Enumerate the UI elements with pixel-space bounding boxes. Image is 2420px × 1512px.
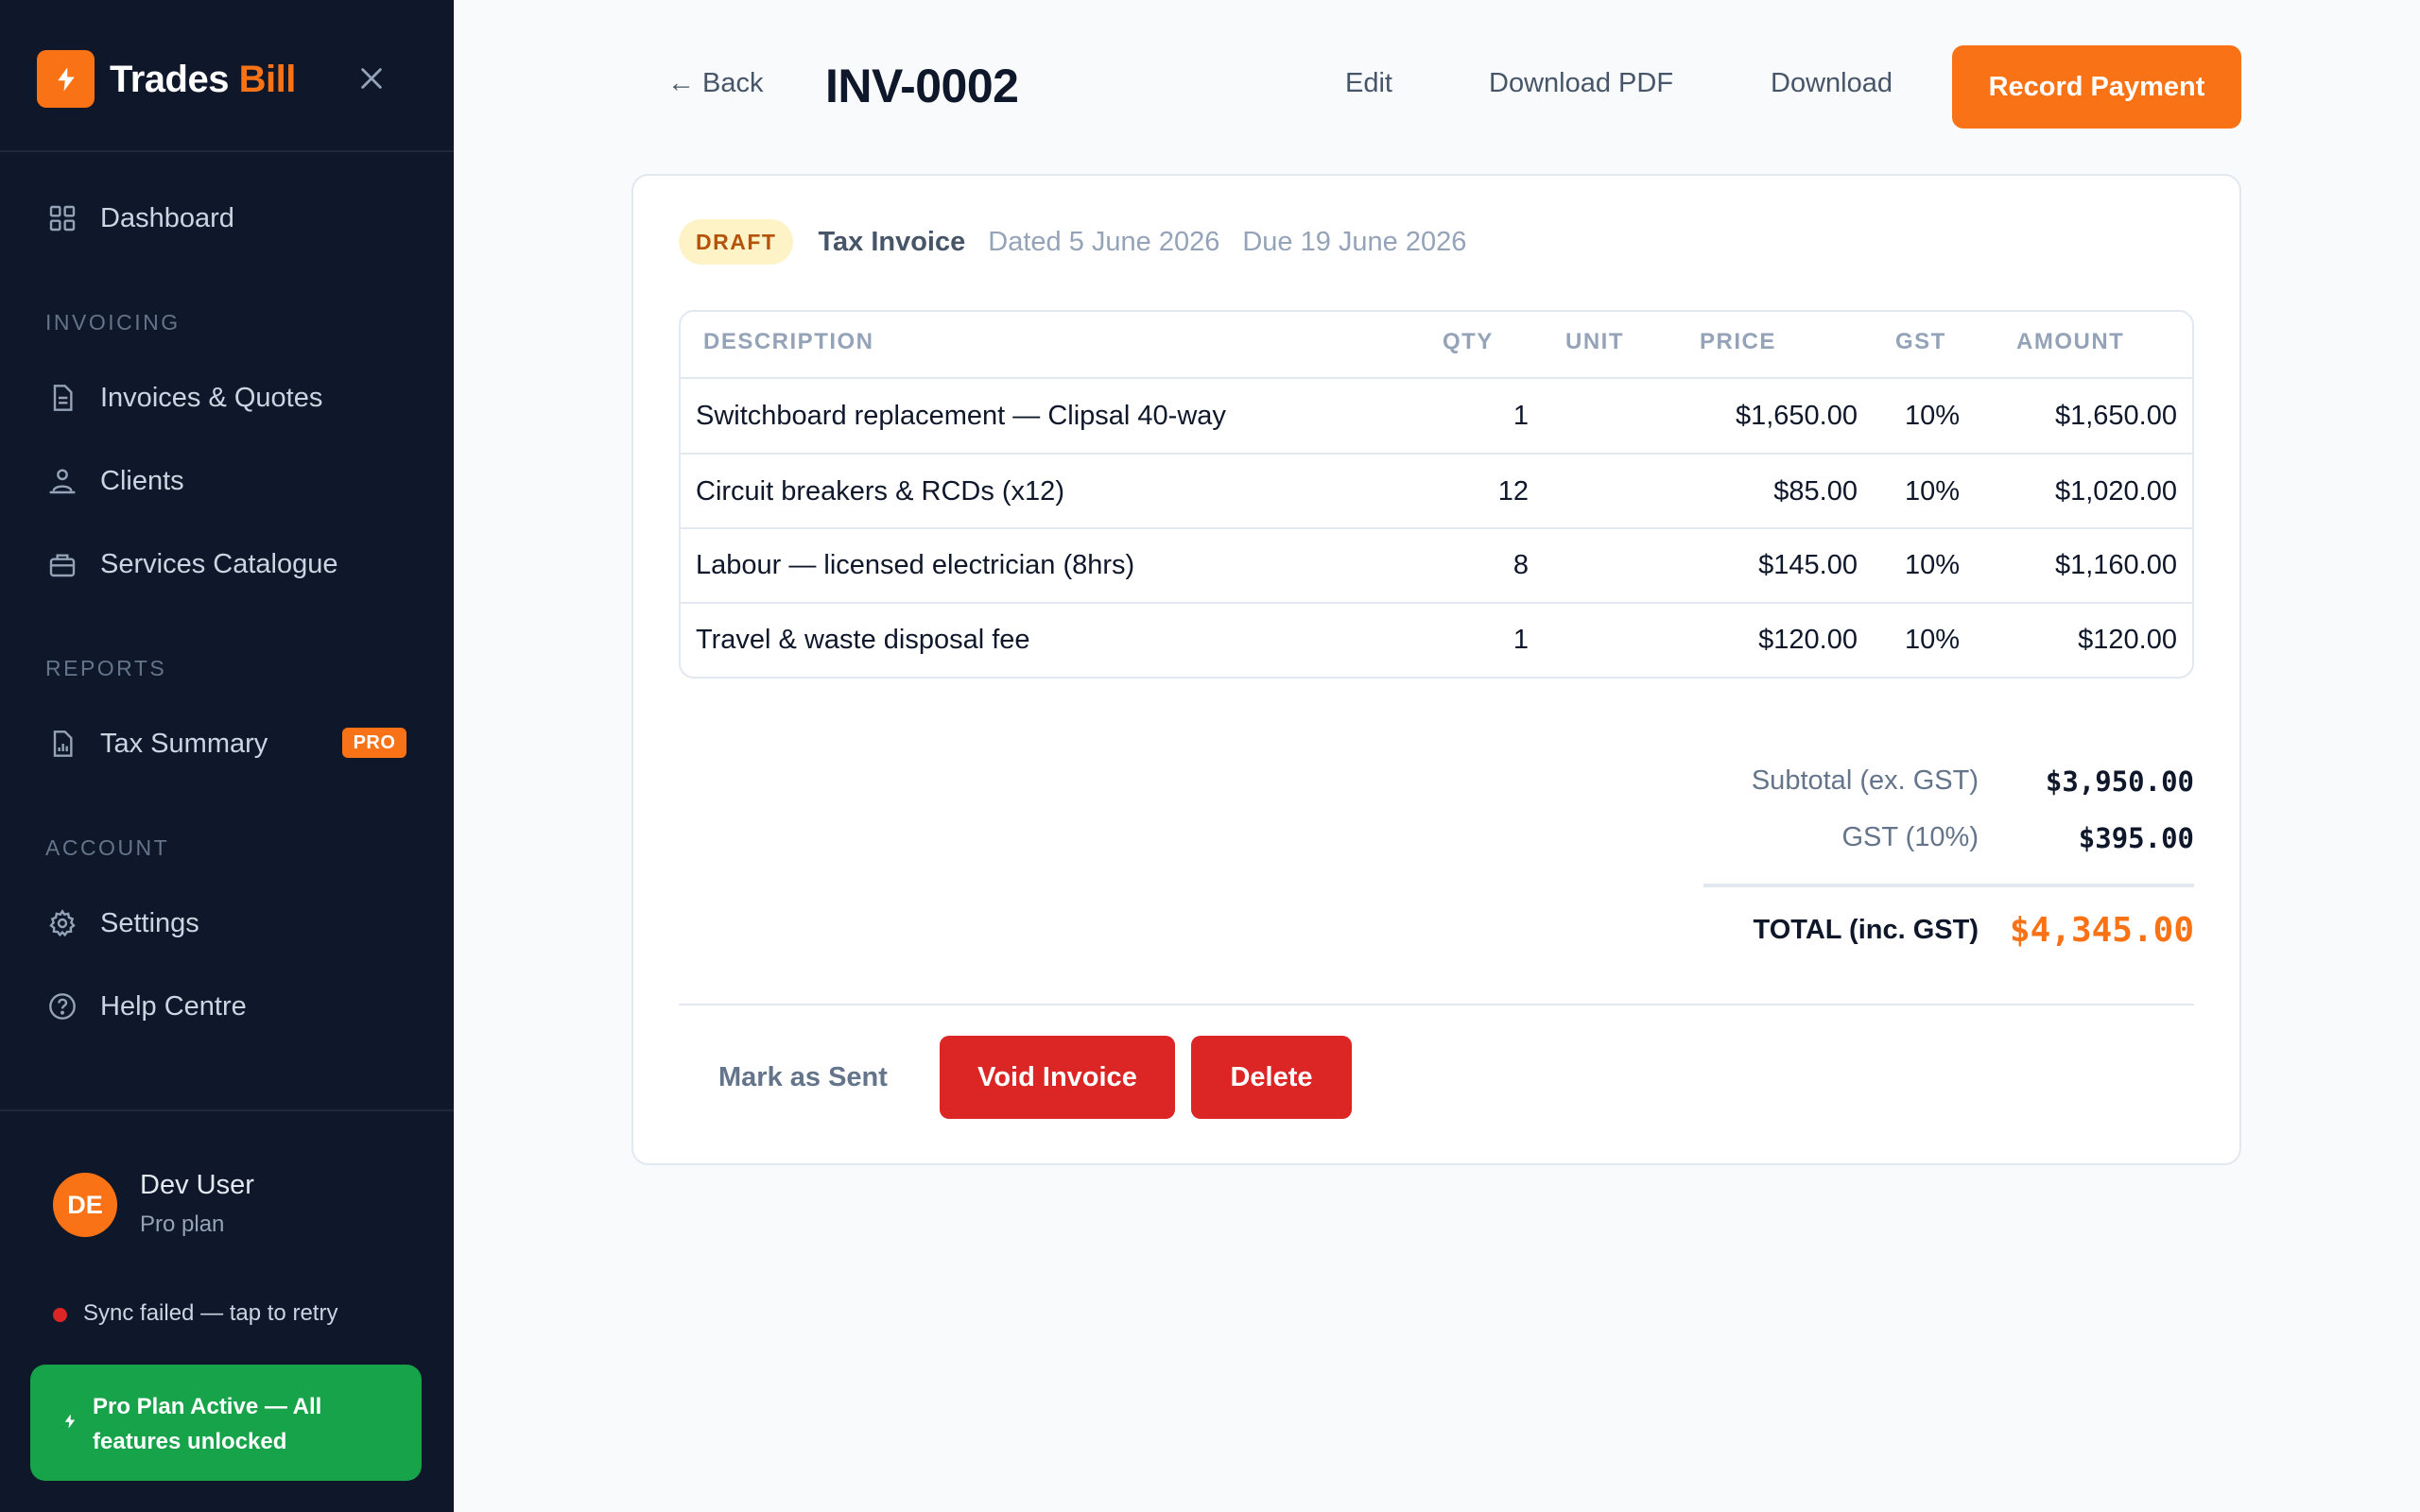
row-divider	[681, 377, 2192, 379]
column-header-description: DESCRIPTION	[703, 329, 874, 354]
sidebar-item-label: Tax Summary	[100, 728, 268, 759]
status-badge: DRAFT	[679, 219, 794, 265]
item-amount: $1,020.00	[2054, 476, 2177, 507]
actions-divider	[679, 1004, 2194, 1005]
avatar[interactable]: DE	[53, 1173, 117, 1237]
gst-value: $395.00	[2078, 822, 2194, 854]
delete-button[interactable]: Delete	[1191, 1036, 1352, 1119]
item-price: $145.00	[1758, 550, 1858, 580]
document-icon	[45, 381, 79, 415]
item-qty: 1	[1512, 625, 1529, 655]
item-amount: $120.00	[2078, 625, 2177, 655]
row-divider	[681, 453, 2192, 455]
row-divider	[681, 527, 2192, 529]
item-qty: 8	[1512, 550, 1529, 580]
grid-icon	[45, 201, 79, 235]
item-gst: 10%	[1904, 625, 1960, 655]
brand-name: Trades Bill	[110, 55, 296, 104]
column-header-gst: GST	[1895, 329, 1946, 354]
brand-name-main: Trades	[110, 59, 229, 100]
brand-name-accent: Bill	[238, 59, 297, 100]
help-circle-icon	[45, 989, 79, 1023]
item-qty: 12	[1497, 476, 1529, 507]
edit-button[interactable]: Edit	[1345, 68, 1392, 99]
briefcase-icon	[45, 547, 79, 581]
section-invoicing: INVOICING	[45, 310, 181, 335]
row-divider	[681, 602, 2192, 604]
sidebar-item-label: Dashboard	[100, 202, 234, 233]
report-icon	[45, 727, 79, 761]
item-price: $85.00	[1773, 476, 1858, 507]
download-pdf-button[interactable]: Download PDF	[1489, 68, 1673, 99]
item-description: Labour — licensed electrician (8hrs)	[696, 550, 1135, 580]
page-title: INV-0002	[825, 60, 1019, 112]
item-qty: 1	[1512, 401, 1529, 431]
void-invoice-button[interactable]: Void Invoice	[940, 1036, 1175, 1119]
item-price: $1,650.00	[1735, 401, 1858, 431]
item-amount: $1,160.00	[2054, 550, 2177, 580]
invoice-date: Dated 5 June 2026	[988, 226, 1220, 257]
column-header-amount: AMOUNT	[2016, 329, 2125, 354]
item-gst: 10%	[1904, 476, 1960, 507]
brand-header: Trades Bill	[0, 0, 454, 152]
bolt-icon	[59, 1410, 81, 1433]
user-name: Dev User	[140, 1170, 254, 1200]
section-reports: REPORTS	[45, 656, 167, 680]
item-description: Circuit breakers & RCDs (x12)	[696, 476, 1064, 507]
user-plan: Pro plan	[140, 1211, 225, 1237]
pro-badge: PRO	[342, 728, 406, 758]
subtotal-label: Subtotal (ex. GST)	[1751, 765, 1979, 796]
total-label: TOTAL (inc. GST)	[1753, 915, 1979, 945]
item-description: Switchboard replacement — Clipsal 40-way	[696, 401, 1226, 431]
column-header-price: PRICE	[1700, 329, 1776, 354]
back-link[interactable]: ← Back	[667, 68, 764, 99]
pro-plan-banner: Pro Plan Active — All features unlocked	[30, 1365, 422, 1481]
sidebar-item-label: Clients	[100, 465, 184, 496]
mark-as-sent-button[interactable]: Mark as Sent	[718, 1062, 888, 1093]
section-account: ACCOUNT	[45, 835, 170, 860]
sync-error-dot-icon	[53, 1308, 67, 1322]
sidebar-item-label: Services Catalogue	[100, 548, 338, 579]
sidebar-item-dashboard[interactable]: Dashboard	[26, 186, 427, 250]
subtotal-value: $3,950.00	[2045, 765, 2194, 798]
item-gst: 10%	[1904, 550, 1960, 580]
total-divider	[1703, 884, 2194, 887]
due-date: Due 19 June 2026	[1242, 226, 1467, 257]
users-icon	[45, 464, 79, 498]
sidebar-item-help[interactable]: Help Centre	[26, 974, 427, 1039]
total-value: $4,345.00	[2009, 911, 2194, 950]
pro-banner-text: Pro Plan Active — All features unlocked	[93, 1394, 322, 1454]
sidebar: Trades Bill Dashboard INVOICING Invoices…	[0, 0, 454, 1512]
sidebar-item-label: Invoices & Quotes	[100, 382, 323, 413]
gear-icon	[45, 906, 79, 940]
sidebar-item-invoices[interactable]: Invoices & Quotes	[26, 366, 427, 430]
sidebar-item-clients[interactable]: Clients	[26, 449, 427, 513]
sidebar-item-label: Settings	[100, 907, 199, 938]
sidebar-item-label: Help Centre	[100, 990, 247, 1022]
download-button[interactable]: Download	[1771, 68, 1893, 99]
invoice-meta: DRAFT Tax Invoice Dated 5 June 2026 Due …	[679, 219, 1466, 265]
item-gst: 10%	[1904, 401, 1960, 431]
bolt-logo-icon	[37, 50, 95, 108]
document-type: Tax Invoice	[818, 226, 966, 257]
record-payment-button[interactable]: Record Payment	[1952, 45, 2241, 129]
item-amount: $1,650.00	[2054, 401, 2177, 431]
close-icon[interactable]	[354, 60, 389, 96]
gst-label: GST (10%)	[1841, 822, 1979, 852]
sync-status-link[interactable]: Sync failed — tap to retry	[83, 1300, 337, 1327]
item-price: $120.00	[1758, 625, 1858, 655]
sidebar-item-services[interactable]: Services Catalogue	[26, 532, 427, 596]
sidebar-item-settings[interactable]: Settings	[26, 891, 427, 955]
column-header-unit: UNIT	[1565, 329, 1624, 354]
column-header-qty: QTY	[1443, 329, 1494, 354]
item-description: Travel & waste disposal fee	[696, 625, 1030, 655]
